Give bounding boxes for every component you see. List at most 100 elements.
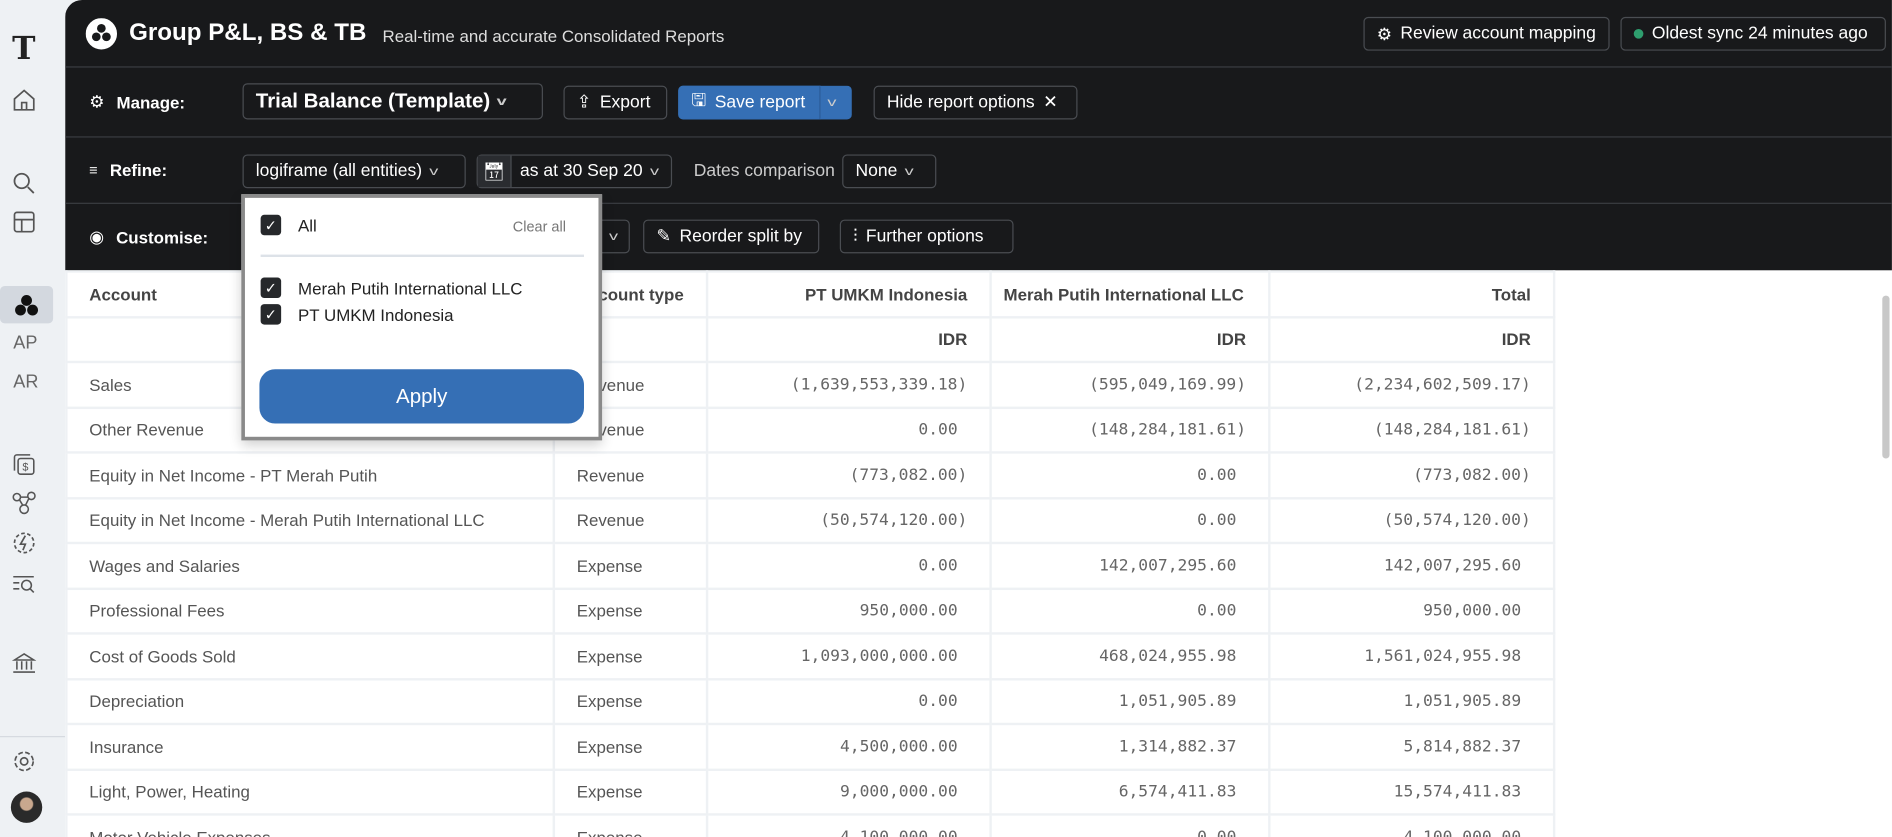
merah-putih-cell: 1,314,882.37 [989,722,1271,771]
table-row[interactable]: Professional Fees Expense 950,000.00 0.00 95… [65,587,1555,635]
sync-status-badge[interactable]: Oldest sync 24 minutes ago [1620,16,1886,51]
total-cell: (50,574,120.00) [1267,496,1555,545]
merah-putih-cell: 142,007,295.60 [989,541,1271,590]
chevron-down-icon: v [827,95,837,110]
account-cell: Wages and Salaries [65,541,556,590]
reorder-split-by-button[interactable]: ✎ Reorder split by [643,219,820,254]
pt-umkm-cell: 1,093,000,000.00 [705,632,992,680]
search-icon[interactable] [11,170,38,197]
page-title: Group P&L, BS & TB [129,19,367,46]
further-options-button[interactable]: ⫶ Further options [839,219,1014,254]
filter-search-icon[interactable] [11,571,38,598]
sidebar-item-ar[interactable]: AR [13,372,38,393]
gear-icon[interactable] [11,748,38,775]
divider [65,136,1892,138]
entity-option-pt-umkm[interactable]: ✓ PT UMKM Indonesia [260,304,454,325]
account-type-cell: Expense [552,768,708,816]
col-merah-putih[interactable]: Merah Putih International LLC [989,270,1271,318]
bank-icon[interactable] [11,650,38,677]
pt-umkm-cell: (1,639,553,339.18) [705,360,992,409]
dates-comparison-select[interactable]: None v [842,154,937,189]
table-row[interactable]: Motor Vehicle ExpensesExpense4,100,000.0… [65,813,1555,837]
apply-button[interactable]: Apply [259,369,584,424]
entity-option-merah-putih[interactable]: ✓ Merah Putih International LLC [260,277,522,299]
gear-icon: ⚙ [89,91,105,112]
account-type-cell: Expense [552,541,708,590]
home-icon[interactable] [11,87,38,114]
refine-label: ≡ Refine: [89,160,168,180]
network-icon[interactable] [11,490,38,517]
save-report-button[interactable]: 🖫 Save report [678,85,821,120]
total-cell: 1,561,024,955.98 [1267,632,1555,680]
account-type-cell: Expense [552,587,708,635]
account-cell: Insurance [65,722,556,771]
pt-umkm-cell: 0.00 [705,541,992,590]
merah-putih-cell: (148,284,181.61) [989,406,1271,454]
merah-putih-cell: 468,024,955.98 [989,632,1271,680]
filter-icon: ≡ [89,161,98,179]
hide-report-options-button[interactable]: Hide report options ✕ [873,85,1078,120]
export-icon: ⇪ [576,92,592,113]
lightning-icon[interactable] [11,530,38,557]
review-label: Review account mapping [1400,24,1596,44]
table-row[interactable]: Light, Power, Heating Expense 9,000,000.00… [65,768,1555,816]
group-logo-icon [85,18,118,50]
table-row[interactable]: Cost of Goods Sold Expense 1,093,000,000.0… [65,632,1555,680]
col-total[interactable]: Total [1267,270,1555,318]
sidebar-item-group[interactable] [0,285,54,324]
merah-putih-cell: 0.00 [989,496,1271,545]
table-row[interactable]: Equity in Net Income - Merah Putih Inter… [65,496,1555,545]
total-cell: 1,051,905.89 [1267,677,1555,726]
account-type-cell: Revenue [552,451,708,499]
save-options-button[interactable]: v [819,85,852,120]
pt-umkm-cell: 0.00 [705,677,992,726]
review-account-mapping-button[interactable]: ⚙ Review account mapping [1363,16,1610,51]
select-all-checkbox[interactable]: ✓ All [260,214,317,236]
pt-umkm-cell: 4,100,000.00 [705,813,992,837]
table-row[interactable]: Equity in Net Income - PT Merah Putih Rev… [65,451,1555,499]
date-select[interactable]: 📅︎ as at 30 Sep 20 v [476,154,673,189]
sync-dot-icon [1633,28,1644,39]
sliders-icon: ⫶ [853,226,858,247]
total-cell: (148,284,181.61) [1267,406,1555,454]
sidebar-item-ap[interactable]: AP [13,333,37,354]
report-name: Trial Balance (Template) [255,89,491,113]
main-panel: Group P&L, BS & TB Real-time and accurat… [65,0,1892,837]
table-row[interactable]: Wages and Salaries Expense 0.00 142,007,295… [65,541,1555,590]
col-pt-umkm[interactable]: PT UMKM Indonesia [705,270,992,318]
dates-comparison-label: Dates comparison [693,161,835,181]
dollar-doc-icon[interactable]: $ [11,451,38,478]
pencil-icon: ✎ [656,226,672,247]
avatar[interactable] [10,791,43,823]
account-cell: Cost of Goods Sold [65,632,556,680]
scrollbar[interactable] [1882,295,1890,459]
pt-umkm-cell: (50,574,120.00) [705,496,992,545]
chevron-down-icon: v [497,94,508,108]
account-cell: Motor Vehicle Expenses [65,813,556,837]
total-cell: 4,100,000.00 [1267,813,1555,837]
customise-label: ◉ Customise: [89,226,209,247]
merah-putih-cell: 6,574,411.83 [989,768,1271,816]
account-type-cell: Expense [552,632,708,680]
divider [260,254,584,258]
checkbox-checked-icon: ✓ [260,304,282,325]
save-icon: 🖫 [691,91,707,111]
merah-putih-cell: 1,051,905.89 [989,677,1271,726]
table-row[interactable]: Depreciation Expense 0.00 1,051,905.89 1,051… [65,677,1555,726]
account-cell: Equity in Net Income - PT Merah Putih [65,451,556,499]
report-select[interactable]: Trial Balance (Template) v [242,83,543,120]
total-cell: (2,234,602,509.17) [1267,360,1555,409]
export-button[interactable]: ⇪ Export [563,85,668,120]
table-icon[interactable] [11,209,38,236]
entities-select[interactable]: logiframe (all entities) v [242,154,466,189]
table-row[interactable]: Insurance Expense 4,500,000.00 1,314,882.37… [65,722,1555,771]
account-cell: Equity in Net Income - Merah Putih Inter… [65,496,556,545]
account-cell: Light, Power, Heating [65,768,556,816]
total-cell: 950,000.00 [1267,587,1555,635]
clear-all-link[interactable]: Clear all [513,218,566,235]
pt-umkm-cell: 4,500,000.00 [705,722,992,771]
pt-umkm-cell: 9,000,000.00 [705,768,992,816]
logo-icon[interactable]: T [12,31,35,67]
chevron-down-icon: v [429,164,439,178]
pt-umkm-cell: 0.00 [705,406,992,454]
